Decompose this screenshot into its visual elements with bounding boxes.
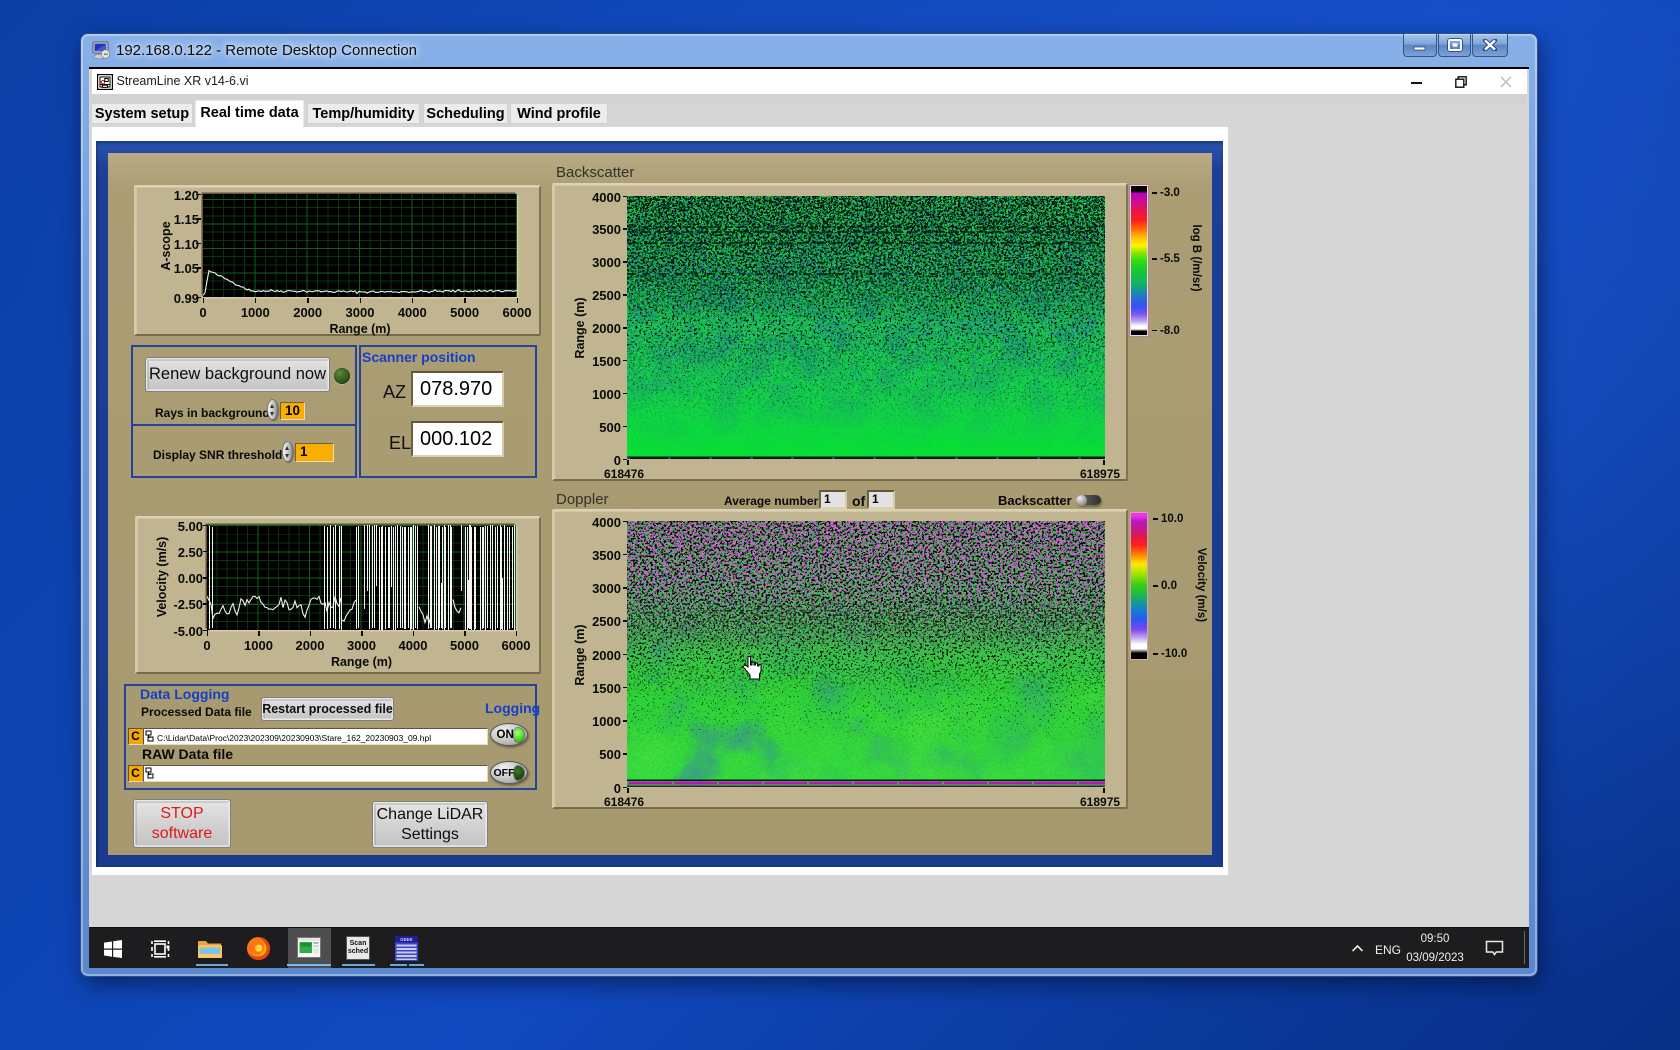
svg-text:GEEK: GEEK xyxy=(400,937,414,942)
